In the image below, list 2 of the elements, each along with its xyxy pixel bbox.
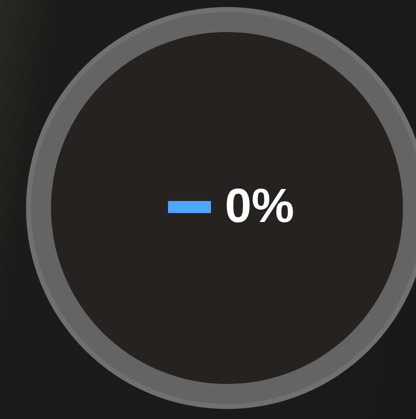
minus-icon bbox=[168, 200, 211, 212]
progress-percentage: 0% bbox=[224, 182, 294, 230]
